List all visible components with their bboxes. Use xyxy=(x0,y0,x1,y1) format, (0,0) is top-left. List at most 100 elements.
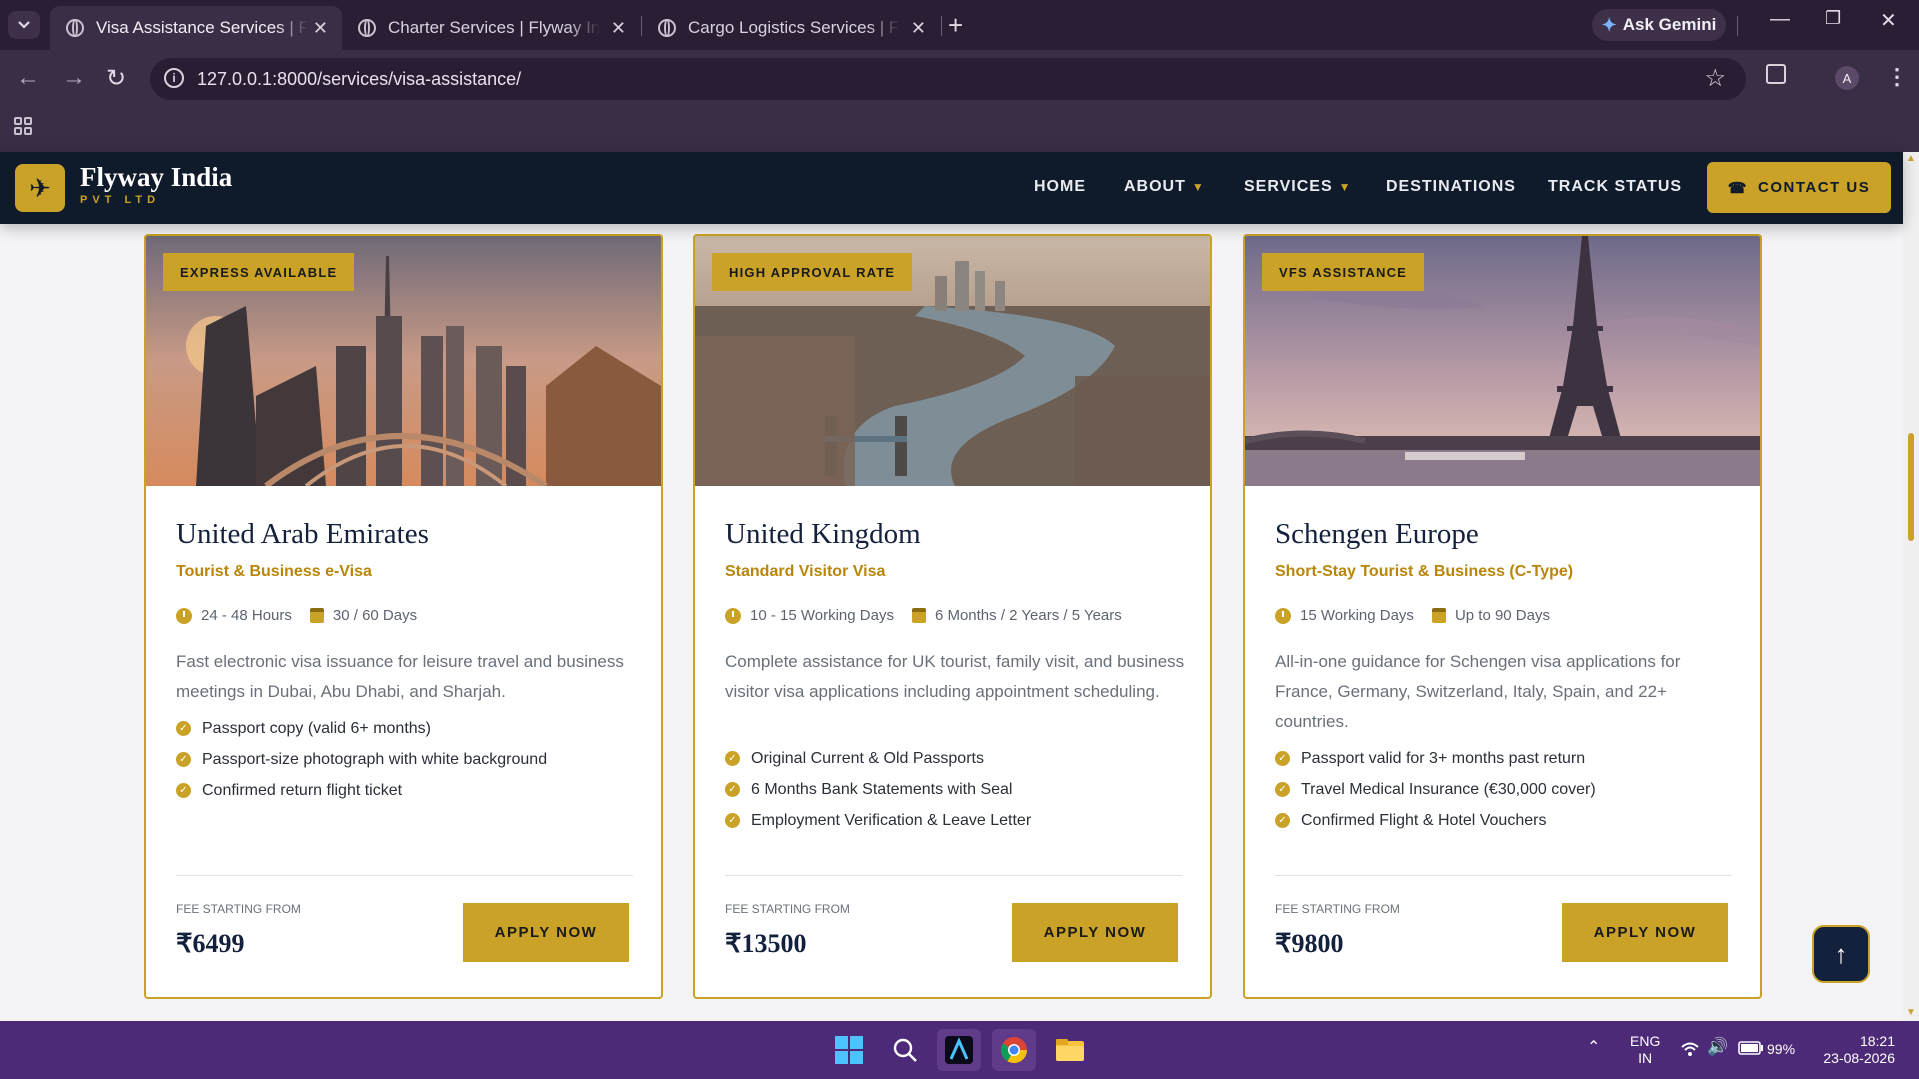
processing-text: 10 - 15 Working Days xyxy=(750,607,894,624)
status-badge: HIGH APPROVAL RATE xyxy=(712,253,913,291)
nav-services[interactable]: SERVICES ▼ xyxy=(1244,178,1352,196)
processing-time: 15 Working Days xyxy=(1275,607,1414,624)
requirement-text: Employment Verification & Leave Letter xyxy=(751,811,1032,829)
forward-arrow-icon[interactable]: → xyxy=(62,64,86,92)
windows-start-icon[interactable] xyxy=(827,1029,871,1071)
extensions-puzzle-icon[interactable] xyxy=(1766,64,1786,84)
tab-search-button[interactable] xyxy=(8,11,40,39)
more-menu-icon[interactable]: ⋮ xyxy=(1886,64,1908,90)
nav-home[interactable]: HOME xyxy=(1034,178,1086,196)
requirement-text: Passport-size photograph with white back… xyxy=(202,750,548,768)
calendar-icon xyxy=(911,608,926,623)
list-item: ✓ Travel Medical Insurance (€30,000 cover… xyxy=(1275,774,1596,805)
fee-label: FEE STARTING FROM xyxy=(1275,902,1400,916)
site-info-icon[interactable]: i xyxy=(164,68,184,88)
nav-about-label: ABOUT xyxy=(1124,178,1186,195)
gemini-sparkle-icon: ✦ xyxy=(1601,14,1617,35)
new-tab-icon[interactable]: + xyxy=(948,10,963,41)
scroll-to-top-button[interactable]: ↑ xyxy=(1812,925,1870,983)
requirement-text: 6 Months Bank Statements with Seal xyxy=(751,780,1013,798)
fee-label: FEE STARTING FROM xyxy=(725,902,850,916)
file-explorer-icon[interactable] xyxy=(1048,1029,1092,1071)
brand-name[interactable]: Flyway India xyxy=(80,162,232,193)
requirement-text: Travel Medical Insurance (€30,000 cover) xyxy=(1301,780,1596,798)
fee-amount: ₹13500 xyxy=(725,929,807,958)
apply-now-button[interactable]: APPLY NOW xyxy=(1012,903,1178,962)
check-circle-icon: ✓ xyxy=(176,783,191,798)
ask-gemini-button[interactable]: ✦ Ask Gemini xyxy=(1592,9,1726,41)
reload-icon[interactable]: ↻ xyxy=(106,64,126,93)
contact-us-button[interactable]: ☎ CONTACT US xyxy=(1707,162,1891,213)
requirements-list: ✓ Original Current & Old Passports ✓ 6 Mon… xyxy=(725,743,1031,836)
apply-now-button[interactable]: APPLY NOW xyxy=(463,903,629,962)
close-icon[interactable]: ✕ xyxy=(911,18,926,39)
check-circle-icon: ✓ xyxy=(176,721,191,736)
gemini-label: Ask Gemini xyxy=(1622,15,1717,34)
battery-percentage: 99% xyxy=(1767,1041,1796,1057)
nav-track-label: TRACK STATUS xyxy=(1548,178,1683,195)
card-visa-type: Short-Stay Tourist & Business (C-Type) xyxy=(1275,563,1574,580)
status-badge: VFS ASSISTANCE xyxy=(1262,253,1425,291)
search-icon[interactable] xyxy=(883,1029,927,1071)
card-description: All-in-one guidance for Schengen visa ap… xyxy=(1275,652,1681,731)
nav-destinations[interactable]: DESTINATIONS xyxy=(1386,178,1516,196)
window-close-icon[interactable]: ✕ xyxy=(1880,8,1897,33)
clock-icon xyxy=(725,607,741,624)
restore-icon[interactable]: ❐ xyxy=(1825,8,1841,29)
headset-icon: ☎ xyxy=(1727,179,1748,197)
check-circle-icon: ✓ xyxy=(1275,751,1290,766)
list-item: ✓ Employment Verification & Leave Letter xyxy=(725,805,1031,836)
visa-card-uk: HIGH APPROVAL RATE United Kingdom Standa… xyxy=(693,234,1212,999)
nav-about[interactable]: ABOUT ▼ xyxy=(1124,178,1205,196)
calendar-icon xyxy=(1431,608,1446,623)
nav-home-label: HOME xyxy=(1034,178,1086,195)
card-description: Complete assistance for UK tourist, fami… xyxy=(725,652,1185,701)
wifi-icon[interactable] xyxy=(1680,1041,1700,1061)
apps-grid-icon[interactable] xyxy=(14,117,32,135)
brand-subtitle: PVT LTD xyxy=(80,194,161,206)
validity-text: 6 Months / 2 Years / 5 Years xyxy=(934,607,1122,624)
chevron-up-icon[interactable]: ⌃ xyxy=(1587,1039,1600,1056)
nav-services-label: SERVICES xyxy=(1244,178,1333,195)
clock-icon xyxy=(176,607,192,624)
chevron-down-icon: ▼ xyxy=(1191,180,1205,194)
lang-top: ENG xyxy=(1630,1033,1661,1049)
globe-icon xyxy=(358,19,376,37)
check-circle-icon: ✓ xyxy=(725,751,740,766)
apply-now-button[interactable]: APPLY NOW xyxy=(1562,903,1728,962)
scroll-down-arrow-icon[interactable]: ▼ xyxy=(1906,1007,1916,1018)
lang-bottom: IN xyxy=(1638,1050,1653,1066)
list-item: ✓ Passport valid for 3+ months past retur… xyxy=(1275,743,1596,774)
url-text[interactable]: 127.0.0.1:8000/services/visa-assistance/ xyxy=(197,69,521,90)
tab-title: Charter Services | Flyway India Pvt Ltd xyxy=(388,18,600,37)
back-arrow-icon[interactable]: ← xyxy=(16,64,40,92)
tab-title: Visa Assistance Services | Flyway India … xyxy=(96,18,308,37)
scroll-up-arrow-icon[interactable]: ▲ xyxy=(1906,153,1916,164)
volume-icon[interactable]: 🔊 xyxy=(1707,1038,1728,1055)
card-country-title: Schengen Europe xyxy=(1275,518,1479,550)
chrome-icon[interactable] xyxy=(992,1029,1036,1071)
scrollbar-thumb[interactable] xyxy=(1908,433,1914,541)
nav-track-status[interactable]: TRACK STATUS xyxy=(1548,178,1682,196)
card-visa-type: Tourist & Business e-Visa xyxy=(176,563,372,580)
close-icon[interactable]: ✕ xyxy=(313,18,328,39)
language-indicator[interactable]: ENG IN xyxy=(1630,1033,1660,1067)
clock-widget[interactable]: 18:21 23-08-2026 xyxy=(1817,1033,1895,1067)
tab-charter-services[interactable]: Charter Services | Flyway India Pvt Ltd … xyxy=(342,6,640,50)
close-icon[interactable]: ✕ xyxy=(611,18,626,39)
card-meta: 10 - 15 Working Days 6 Months / 2 Years … xyxy=(725,607,1122,624)
battery-icon[interactable] xyxy=(1738,1041,1764,1059)
page-content: EXPRESS AVAILABLE United Arab Emirates T… xyxy=(0,224,1903,1021)
plane-logo-icon[interactable]: ✈ xyxy=(15,164,65,212)
tab-cargo-logistics[interactable]: Cargo Logistics Services | Flyway India … xyxy=(642,6,940,50)
profile-avatar[interactable]: A xyxy=(1835,66,1859,90)
app-a-icon[interactable] xyxy=(937,1029,981,1071)
minimize-icon[interactable]: — xyxy=(1770,8,1790,31)
validity: 30 / 60 Days xyxy=(309,607,417,624)
tab-visa-assistance[interactable]: Visa Assistance Services | Flyway India … xyxy=(50,6,342,50)
tab-separator xyxy=(941,16,942,36)
address-bar[interactable]: i 127.0.0.1:8000/services/visa-assistanc… xyxy=(150,58,1746,100)
status-badge: EXPRESS AVAILABLE xyxy=(163,253,355,291)
page-scrollbar[interactable] xyxy=(1903,152,1919,1021)
bookmark-star-icon[interactable]: ☆ xyxy=(1704,64,1726,93)
